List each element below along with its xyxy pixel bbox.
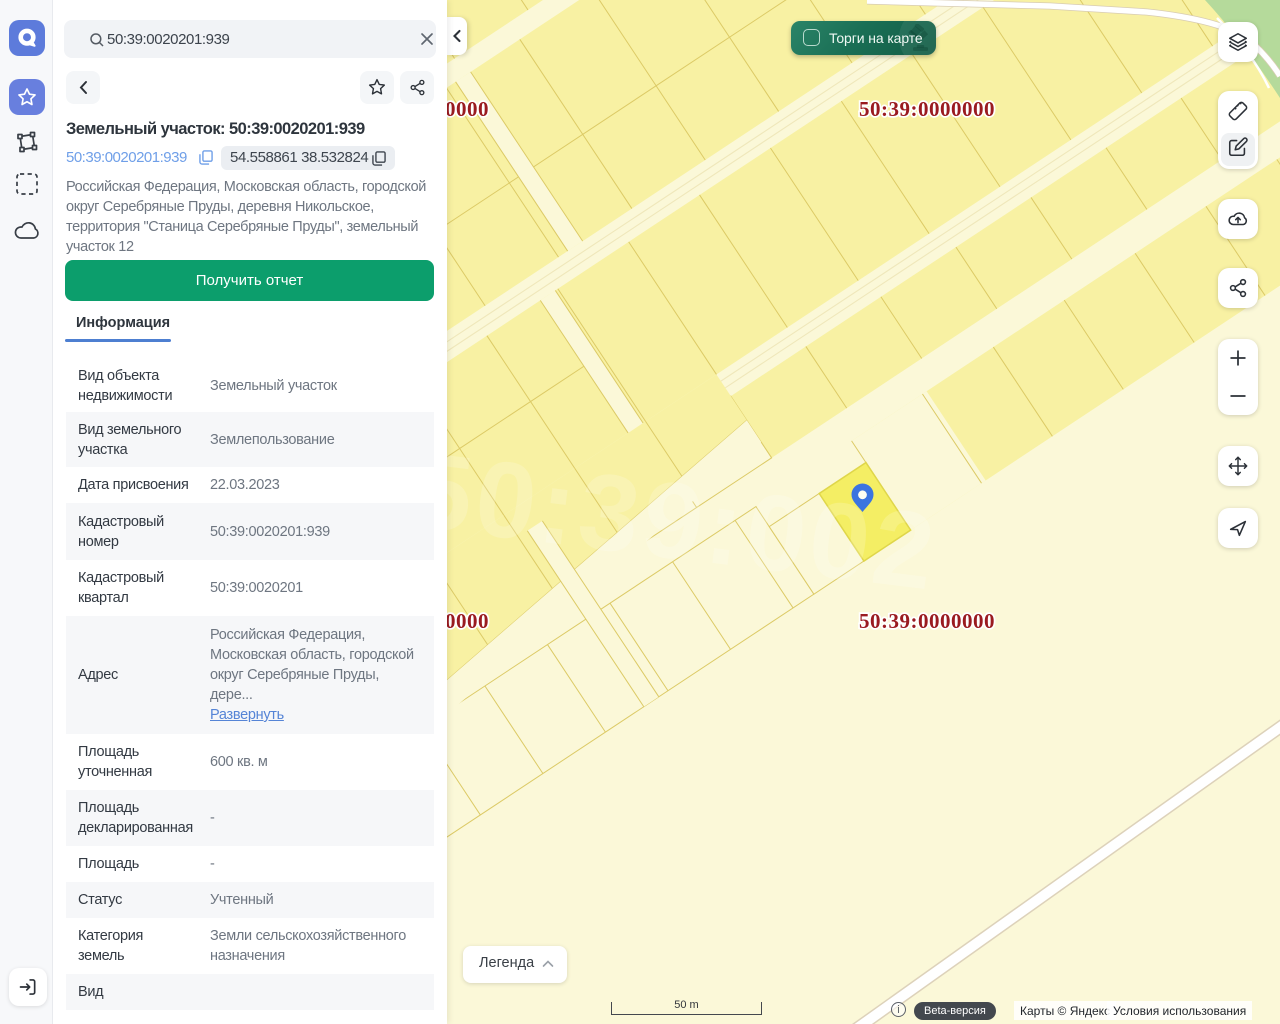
svg-text:50:39:0000000: 50:39:0000000 [859, 97, 995, 121]
svg-text:50:39:0000000: 50:39:0000000 [859, 609, 995, 633]
svg-text:50:39:0000000: 50:39:0000000 [447, 97, 489, 121]
svg-text:50:39:0000000: 50:39:0000000 [447, 609, 489, 633]
